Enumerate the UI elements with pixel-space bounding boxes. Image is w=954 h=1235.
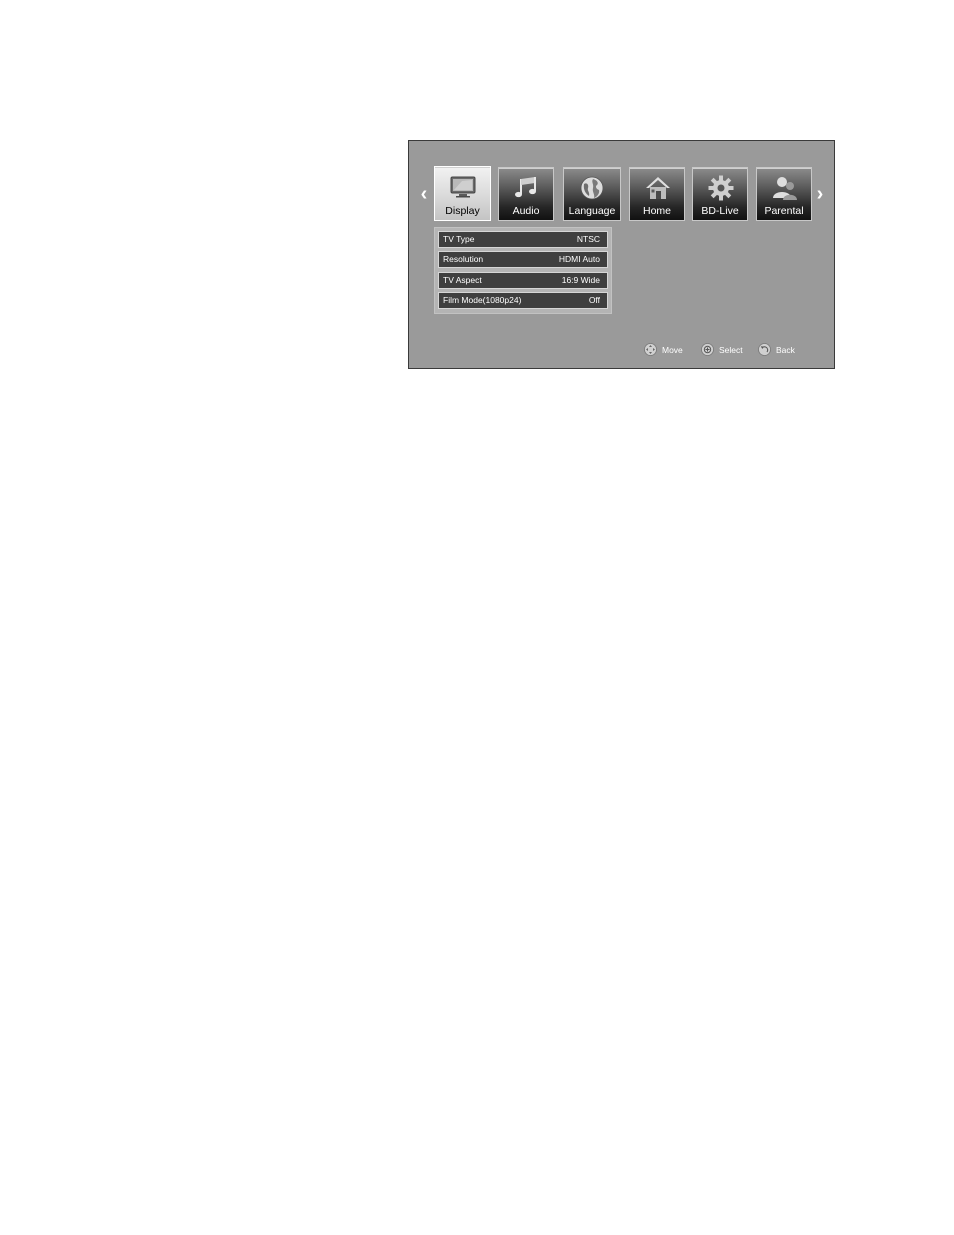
setting-row-tv-aspect[interactable]: TV Aspect 16:9 Wide [438,272,608,289]
tab-label: Display [445,205,480,217]
hint-label: Move [662,345,683,355]
setting-row-resolution[interactable]: Resolution HDMI Auto [438,251,608,268]
setting-name: TV Type [443,234,475,244]
setting-row-tv-type[interactable]: TV Type NTSC [438,231,608,248]
setting-row-film-mode[interactable]: Film Mode(1080p24) Off [438,292,608,309]
enter-icon [701,343,714,356]
tab-label: Language [568,205,616,217]
globe-icon [580,176,604,200]
tab-home[interactable]: Home [629,167,685,221]
users-icon [773,177,797,200]
tab-label: Parental [764,205,804,217]
setting-name: Film Mode(1080p24) [443,295,522,305]
setting-value: Off [588,295,600,305]
dpad-icon [644,343,657,356]
setting-value: 16:9 Wide [561,275,600,285]
gear-icon [708,175,734,201]
setting-name: TV Aspect [443,275,482,285]
scroll-left-arrow-icon[interactable]: ‹ [418,183,430,205]
tab-display[interactable]: Display [434,166,491,221]
back-icon [758,343,771,356]
house-icon [646,177,670,199]
hint-label: Select [719,345,743,355]
setting-value: HDMI Auto [558,254,600,264]
tab-parental[interactable]: Parental [756,167,812,221]
scroll-right-arrow-icon[interactable]: › [814,183,826,205]
tab-bd-live[interactable]: BD-Live [692,167,748,221]
setting-value: NTSC [576,234,600,244]
tv-icon [450,176,476,198]
setup-menu-screen: ‹ › Display Audio Language Home BD-Live … [408,140,835,369]
tab-language[interactable]: Language [563,167,621,221]
display-settings-list: TV Type NTSC Resolution HDMI Auto TV Asp… [434,227,612,314]
tab-label: Home [642,205,671,217]
music-note-icon [515,177,536,198]
tab-label: BD-Live [701,205,739,217]
hint-label: Back [776,345,795,355]
tab-label: Audio [512,205,540,217]
setting-name: Resolution [443,254,484,264]
tab-audio[interactable]: Audio [498,167,554,221]
